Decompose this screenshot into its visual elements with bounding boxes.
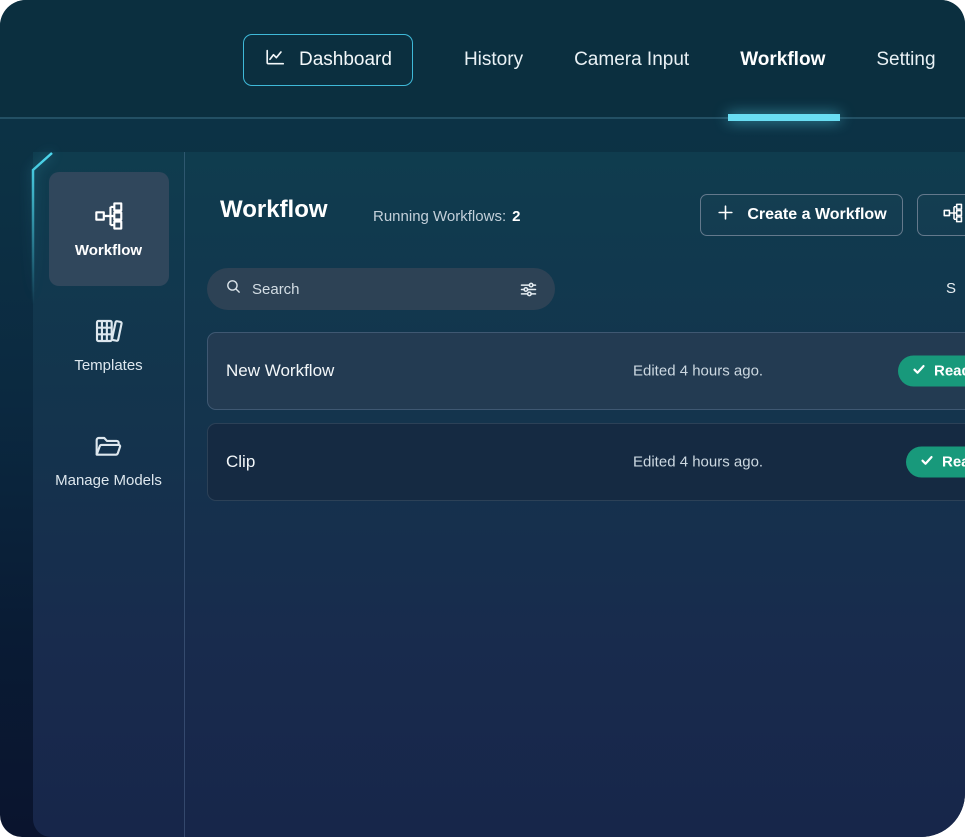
workflow-edited-time: Edited 4 hours ago. bbox=[633, 454, 763, 471]
page-title: Workflow bbox=[220, 196, 328, 224]
sidebar-item-templates[interactable]: Templates bbox=[74, 315, 142, 374]
workflow-icon bbox=[93, 200, 125, 232]
sidebar-item-label: Templates bbox=[74, 357, 142, 374]
tab-history[interactable]: History bbox=[464, 0, 523, 119]
sidebar-item-workflow[interactable]: Workflow bbox=[49, 172, 169, 286]
sort-label[interactable]: S bbox=[946, 280, 956, 297]
workflow-edited-time: Edited 4 hours ago. bbox=[633, 363, 763, 380]
search-icon bbox=[225, 278, 242, 300]
sidebar-item-label: Workflow bbox=[75, 242, 142, 259]
sidebar: Workflow Templates Manage Models bbox=[33, 152, 185, 837]
content-area: Workflow Running Workflows:2 Create a Wo… bbox=[185, 152, 965, 837]
sidebar-item-label: Manage Models bbox=[55, 472, 162, 489]
sidebar-item-manage-models[interactable]: Manage Models bbox=[55, 430, 162, 489]
search-input[interactable] bbox=[252, 281, 518, 298]
search-bar[interactable] bbox=[207, 268, 555, 310]
running-workflows-count: 2 bbox=[512, 208, 520, 225]
workflow-icon-button[interactable] bbox=[917, 194, 965, 236]
tab-workflow[interactable]: Workflow bbox=[740, 0, 825, 119]
status-badge: Ready bbox=[898, 356, 965, 387]
templates-icon bbox=[93, 315, 125, 347]
chart-line-icon bbox=[264, 46, 286, 74]
workflow-name: New Workflow bbox=[226, 361, 334, 381]
top-bar: Dashboard History Camera Input Workflow … bbox=[0, 0, 965, 119]
running-workflows-status: Running Workflows:2 bbox=[373, 208, 520, 225]
tab-dashboard-label: Dashboard bbox=[299, 49, 392, 71]
tab-camera-input[interactable]: Camera Input bbox=[574, 0, 689, 119]
plus-icon bbox=[716, 203, 735, 227]
check-icon bbox=[912, 362, 926, 380]
app-window: Dashboard History Camera Input Workflow … bbox=[0, 0, 965, 837]
workflow-icon bbox=[942, 202, 964, 229]
workflow-row[interactable]: Clip Edited 4 hours ago. Ready bbox=[207, 423, 965, 501]
top-nav: Dashboard History Camera Input Workflow … bbox=[243, 0, 936, 119]
workflow-name: Clip bbox=[226, 452, 255, 472]
status-badge: Ready bbox=[906, 447, 965, 478]
folder-icon bbox=[92, 430, 124, 462]
tab-setting[interactable]: Setting bbox=[876, 0, 935, 119]
create-workflow-button[interactable]: Create a Workflow bbox=[700, 194, 903, 236]
workflow-row[interactable]: New Workflow Edited 4 hours ago. Ready bbox=[207, 332, 965, 410]
tab-dashboard[interactable]: Dashboard bbox=[243, 34, 413, 86]
active-tab-underline bbox=[728, 114, 840, 121]
filter-sliders-icon[interactable] bbox=[518, 279, 539, 300]
check-icon bbox=[920, 453, 934, 471]
